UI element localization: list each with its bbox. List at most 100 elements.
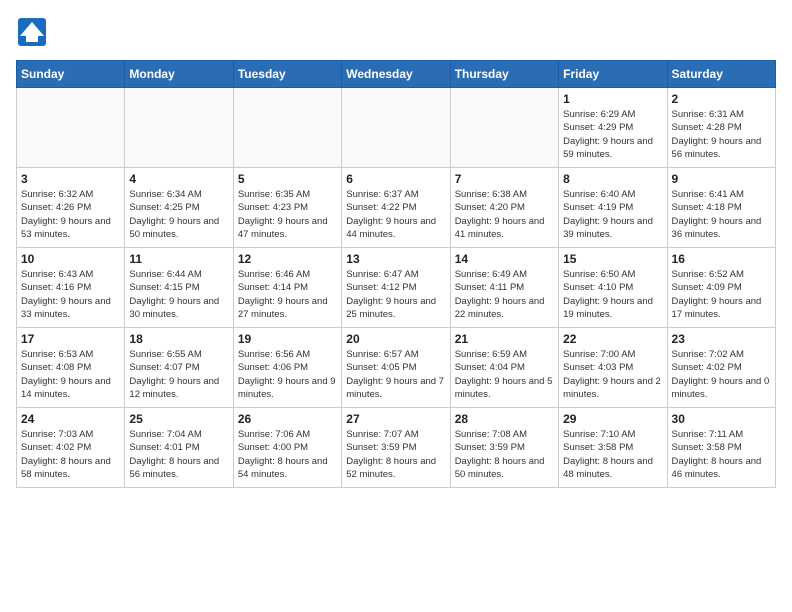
day-info: Sunrise: 7:03 AM Sunset: 4:02 PM Dayligh…: [21, 428, 120, 481]
calendar-cell: 9 Sunrise: 6:41 AM Sunset: 4:18 PM Daylig…: [667, 168, 775, 248]
day-info: Sunrise: 7:04 AM Sunset: 4:01 PM Dayligh…: [129, 428, 228, 481]
day-number: 28: [455, 412, 554, 426]
day-number: 30: [672, 412, 771, 426]
day-number: 20: [346, 332, 445, 346]
day-info: Sunrise: 6:47 AM Sunset: 4:12 PM Dayligh…: [346, 268, 445, 321]
day-number: 1: [563, 92, 662, 106]
calendar-cell: 2 Sunrise: 6:31 AM Sunset: 4:28 PM Daylig…: [667, 88, 775, 168]
day-number: 4: [129, 172, 228, 186]
calendar-header-row: SundayMondayTuesdayWednesdayThursdayFrid…: [17, 61, 776, 88]
day-number: 6: [346, 172, 445, 186]
weekday-header: Sunday: [17, 61, 125, 88]
day-info: Sunrise: 6:57 AM Sunset: 4:05 PM Dayligh…: [346, 348, 445, 401]
day-info: Sunrise: 7:08 AM Sunset: 3:59 PM Dayligh…: [455, 428, 554, 481]
calendar-table: SundayMondayTuesdayWednesdayThursdayFrid…: [16, 60, 776, 488]
day-number: 29: [563, 412, 662, 426]
calendar-cell: 21 Sunrise: 6:59 AM Sunset: 4:04 PM Dayli…: [450, 328, 558, 408]
day-info: Sunrise: 7:11 AM Sunset: 3:58 PM Dayligh…: [672, 428, 771, 481]
calendar-cell: 10 Sunrise: 6:43 AM Sunset: 4:16 PM Dayli…: [17, 248, 125, 328]
calendar-cell: 15 Sunrise: 6:50 AM Sunset: 4:10 PM Dayli…: [559, 248, 667, 328]
day-number: 3: [21, 172, 120, 186]
day-info: Sunrise: 6:50 AM Sunset: 4:10 PM Dayligh…: [563, 268, 662, 321]
day-info: Sunrise: 6:41 AM Sunset: 4:18 PM Dayligh…: [672, 188, 771, 241]
calendar-cell: 11 Sunrise: 6:44 AM Sunset: 4:15 PM Dayli…: [125, 248, 233, 328]
calendar-cell: [125, 88, 233, 168]
weekday-header: Tuesday: [233, 61, 341, 88]
day-number: 12: [238, 252, 337, 266]
weekday-header: Wednesday: [342, 61, 450, 88]
day-info: Sunrise: 6:31 AM Sunset: 4:28 PM Dayligh…: [672, 108, 771, 161]
logo-icon: [16, 16, 48, 48]
day-info: Sunrise: 6:49 AM Sunset: 4:11 PM Dayligh…: [455, 268, 554, 321]
day-number: 15: [563, 252, 662, 266]
weekday-header: Saturday: [667, 61, 775, 88]
calendar-cell: 1 Sunrise: 6:29 AM Sunset: 4:29 PM Daylig…: [559, 88, 667, 168]
day-number: 16: [672, 252, 771, 266]
calendar-cell: 25 Sunrise: 7:04 AM Sunset: 4:01 PM Dayli…: [125, 408, 233, 488]
calendar-cell: [233, 88, 341, 168]
calendar-week-row: 24 Sunrise: 7:03 AM Sunset: 4:02 PM Dayli…: [17, 408, 776, 488]
day-number: 13: [346, 252, 445, 266]
calendar-cell: 14 Sunrise: 6:49 AM Sunset: 4:11 PM Dayli…: [450, 248, 558, 328]
day-number: 2: [672, 92, 771, 106]
day-info: Sunrise: 6:34 AM Sunset: 4:25 PM Dayligh…: [129, 188, 228, 241]
calendar-cell: 27 Sunrise: 7:07 AM Sunset: 3:59 PM Dayli…: [342, 408, 450, 488]
weekday-header: Thursday: [450, 61, 558, 88]
calendar-cell: 4 Sunrise: 6:34 AM Sunset: 4:25 PM Daylig…: [125, 168, 233, 248]
day-number: 7: [455, 172, 554, 186]
day-number: 27: [346, 412, 445, 426]
calendar-cell: 30 Sunrise: 7:11 AM Sunset: 3:58 PM Dayli…: [667, 408, 775, 488]
day-info: Sunrise: 6:53 AM Sunset: 4:08 PM Dayligh…: [21, 348, 120, 401]
day-number: 14: [455, 252, 554, 266]
day-info: Sunrise: 6:40 AM Sunset: 4:19 PM Dayligh…: [563, 188, 662, 241]
weekday-header: Monday: [125, 61, 233, 88]
calendar-cell: 5 Sunrise: 6:35 AM Sunset: 4:23 PM Daylig…: [233, 168, 341, 248]
calendar-cell: 23 Sunrise: 7:02 AM Sunset: 4:02 PM Dayli…: [667, 328, 775, 408]
day-info: Sunrise: 6:43 AM Sunset: 4:16 PM Dayligh…: [21, 268, 120, 321]
day-number: 11: [129, 252, 228, 266]
day-number: 23: [672, 332, 771, 346]
calendar-cell: 12Sunrise: 6:46 AM Sunset: 4:14 PM Dayli…: [233, 248, 341, 328]
calendar-cell: 7 Sunrise: 6:38 AM Sunset: 4:20 PM Daylig…: [450, 168, 558, 248]
day-info: Sunrise: 7:00 AM Sunset: 4:03 PM Dayligh…: [563, 348, 662, 401]
calendar-cell: [17, 88, 125, 168]
weekday-header: Friday: [559, 61, 667, 88]
calendar-cell: 19Sunrise: 6:56 AM Sunset: 4:06 PM Dayli…: [233, 328, 341, 408]
day-info: Sunrise: 6:38 AM Sunset: 4:20 PM Dayligh…: [455, 188, 554, 241]
calendar-week-row: 10 Sunrise: 6:43 AM Sunset: 4:16 PM Dayli…: [17, 248, 776, 328]
day-info: Sunrise: 6:29 AM Sunset: 4:29 PM Dayligh…: [563, 108, 662, 161]
day-number: 24: [21, 412, 120, 426]
day-number: 17: [21, 332, 120, 346]
day-info: Sunrise: 6:55 AM Sunset: 4:07 PM Dayligh…: [129, 348, 228, 401]
day-number: 25: [129, 412, 228, 426]
day-info: Sunrise: 7:07 AM Sunset: 3:59 PM Dayligh…: [346, 428, 445, 481]
calendar-cell: 16 Sunrise: 6:52 AM Sunset: 4:09 PM Dayli…: [667, 248, 775, 328]
calendar-week-row: 3 Sunrise: 6:32 AM Sunset: 4:26 PM Daylig…: [17, 168, 776, 248]
day-number: 8: [563, 172, 662, 186]
calendar-cell: 28 Sunrise: 7:08 AM Sunset: 3:59 PM Dayli…: [450, 408, 558, 488]
day-info: Sunrise: 7:10 AM Sunset: 3:58 PM Dayligh…: [563, 428, 662, 481]
calendar-cell: 18Sunrise: 6:55 AM Sunset: 4:07 PM Dayli…: [125, 328, 233, 408]
calendar-week-row: 1 Sunrise: 6:29 AM Sunset: 4:29 PM Daylig…: [17, 88, 776, 168]
day-number: 5: [238, 172, 337, 186]
calendar-cell: 22 Sunrise: 7:00 AM Sunset: 4:03 PM Dayli…: [559, 328, 667, 408]
calendar-cell: [342, 88, 450, 168]
day-info: Sunrise: 6:59 AM Sunset: 4:04 PM Dayligh…: [455, 348, 554, 401]
page-header: [16, 16, 776, 48]
day-info: Sunrise: 6:52 AM Sunset: 4:09 PM Dayligh…: [672, 268, 771, 321]
day-info: Sunrise: 6:44 AM Sunset: 4:15 PM Dayligh…: [129, 268, 228, 321]
day-number: 21: [455, 332, 554, 346]
day-number: 26: [238, 412, 337, 426]
day-number: 19: [238, 332, 337, 346]
day-info: Sunrise: 7:06 AM Sunset: 4:00 PM Dayligh…: [238, 428, 337, 481]
day-number: 9: [672, 172, 771, 186]
calendar-cell: 26 Sunrise: 7:06 AM Sunset: 4:00 PM Dayli…: [233, 408, 341, 488]
day-number: 22: [563, 332, 662, 346]
calendar-cell: 13 Sunrise: 6:47 AM Sunset: 4:12 PM Dayli…: [342, 248, 450, 328]
calendar-cell: 8 Sunrise: 6:40 AM Sunset: 4:19 PM Daylig…: [559, 168, 667, 248]
day-number: 10: [21, 252, 120, 266]
day-info: Sunrise: 7:02 AM Sunset: 4:02 PM Dayligh…: [672, 348, 771, 401]
logo: [16, 16, 52, 48]
day-info: Sunrise: 6:35 AM Sunset: 4:23 PM Dayligh…: [238, 188, 337, 241]
day-info: Sunrise: 6:32 AM Sunset: 4:26 PM Dayligh…: [21, 188, 120, 241]
